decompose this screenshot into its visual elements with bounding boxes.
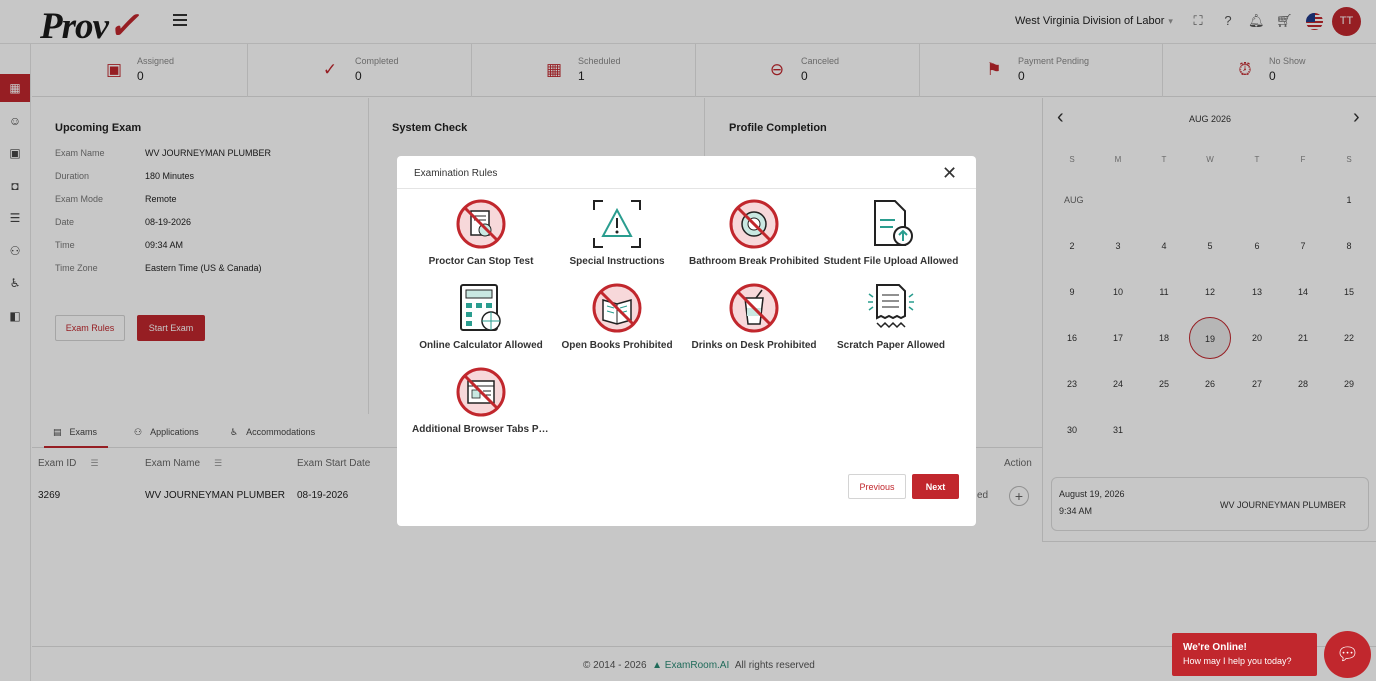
chat-bubble-icon[interactable]: 💬︎ xyxy=(1324,631,1371,678)
rule-open-books: Open Books Prohibited xyxy=(548,282,686,351)
modal-title: Examination Rules xyxy=(414,168,498,179)
close-icon[interactable]: ✕ xyxy=(942,163,957,184)
proctor-stop-icon xyxy=(456,199,506,249)
rule-drinks: Drinks on Desk Prohibited xyxy=(685,282,823,351)
rule-browser-tabs: Additional Browser Tabs Prohibited xyxy=(412,366,550,435)
next-button[interactable]: Next xyxy=(912,474,959,499)
rule-label: Online Calculator Allowed xyxy=(419,340,543,351)
scratch-paper-icon xyxy=(868,284,914,329)
rule-special-instructions: Special Instructions xyxy=(548,198,686,267)
browser-tabs-prohibited-icon xyxy=(456,367,506,417)
rule-bathroom-break: Bathroom Break Prohibited xyxy=(685,198,823,267)
drinks-prohibited-icon xyxy=(729,283,779,333)
rule-scratch-paper: Scratch Paper Allowed xyxy=(822,282,960,351)
rule-label: Additional Browser Tabs Prohibited xyxy=(412,424,550,435)
rule-label: Open Books Prohibited xyxy=(561,340,673,351)
rule-label: Scratch Paper Allowed xyxy=(837,340,945,351)
file-upload-icon xyxy=(874,200,913,246)
rule-file-upload: Student File Upload Allowed xyxy=(822,198,960,267)
examination-rules-modal: Examination Rules ✕ Proctor Can Stop Tes… xyxy=(397,156,976,526)
modal-header: Examination Rules ✕ xyxy=(397,156,976,189)
bathroom-prohibited-icon xyxy=(729,199,779,249)
rule-label: Drinks on Desk Prohibited xyxy=(691,340,817,351)
special-instructions-icon xyxy=(593,200,641,248)
rule-label: Student File Upload Allowed xyxy=(823,256,959,267)
chat-subtitle: How may I help you today? xyxy=(1183,656,1292,666)
calculator-icon xyxy=(460,284,501,331)
rule-label: Bathroom Break Prohibited xyxy=(688,256,820,267)
rule-online-calculator: Online Calculator Allowed xyxy=(412,282,550,351)
chat-title: We're Online! xyxy=(1183,642,1247,653)
previous-button[interactable]: Previous xyxy=(848,474,906,499)
rule-proctor-stop: Proctor Can Stop Test xyxy=(412,198,550,267)
rule-label: Special Instructions xyxy=(569,256,665,267)
chat-prompt[interactable]: We're Online! How may I help you today? xyxy=(1172,633,1317,676)
books-prohibited-icon xyxy=(592,283,642,333)
rule-label: Proctor Can Stop Test xyxy=(428,256,534,267)
